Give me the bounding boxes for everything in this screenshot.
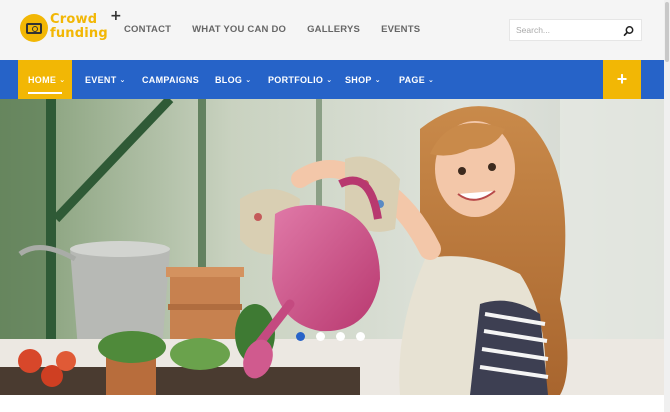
nav-blog-label: BLOG [215,75,243,85]
logo-line-1: Crowd [50,12,98,27]
top-nav-gallerys[interactable]: GALLERYS [307,24,360,35]
slider-dot-1[interactable] [296,332,305,341]
hero-image [0,99,664,395]
top-nav: CONTACT WHAT YOU CAN DO GALLERYS EVENTS [124,24,441,35]
logo-line-2: funding [50,26,108,41]
site-logo[interactable]: Crowd + funding [20,9,122,44]
slider-dot-3[interactable] [336,332,345,341]
nav-event[interactable]: EVENT ⌄ [85,60,126,99]
logo-text: Crowd + funding [50,9,122,41]
top-nav-events[interactable]: EVENTS [381,24,420,35]
search-input[interactable] [516,23,616,37]
search-box [509,19,642,41]
top-nav-what-you-can-do[interactable]: WHAT YOU CAN DO [192,24,286,35]
top-nav-contact[interactable]: CONTACT [124,24,171,35]
nav-portfolio-label: PORTFOLIO [268,75,324,85]
nav-home-label: HOME [28,75,57,85]
page-bottom [0,395,664,412]
nav-page[interactable]: PAGE ⌄ [399,60,434,99]
nav-campaigns[interactable]: CAMPAIGNS [142,60,199,99]
chevron-down-icon: ⌄ [374,77,381,84]
logo-plus: + [110,8,122,24]
top-header: Crowd + funding CONTACT WHAT YOU CAN DO G… [0,0,664,60]
nav-campaigns-label: CAMPAIGNS [142,75,200,85]
nav-page-label: PAGE [399,75,426,85]
nav-portfolio[interactable]: PORTFOLIO ⌄ [268,60,332,99]
chevron-down-icon: ⌄ [326,77,333,84]
hero-slider [0,99,664,395]
camera-icon [20,14,48,42]
chevron-down-icon: ⌄ [428,77,435,84]
chevron-down-icon: ⌄ [245,77,252,84]
search-icon[interactable] [623,24,635,37]
nav-blog[interactable]: BLOG ⌄ [215,60,251,99]
chevron-down-icon: ⌄ [59,77,66,84]
scrollbar[interactable] [664,0,670,412]
plus-button[interactable]: + [603,60,641,99]
nav-event-label: EVENT [85,75,117,85]
nav-home[interactable]: HOME ⌄ [18,60,72,99]
scrollbar-thumb[interactable] [665,2,669,62]
chevron-down-icon: ⌄ [119,77,126,84]
nav-shop[interactable]: SHOP ⌄ [345,60,381,99]
slider-dot-2[interactable] [316,332,325,341]
slider-dot-4[interactable] [356,332,365,341]
main-nav: HOME ⌄ EVENT ⌄ CAMPAIGNS BLOG ⌄ PORTFOLIO ⌄ … [0,60,664,99]
slider-dots [296,332,365,342]
nav-shop-label: SHOP [345,75,372,85]
